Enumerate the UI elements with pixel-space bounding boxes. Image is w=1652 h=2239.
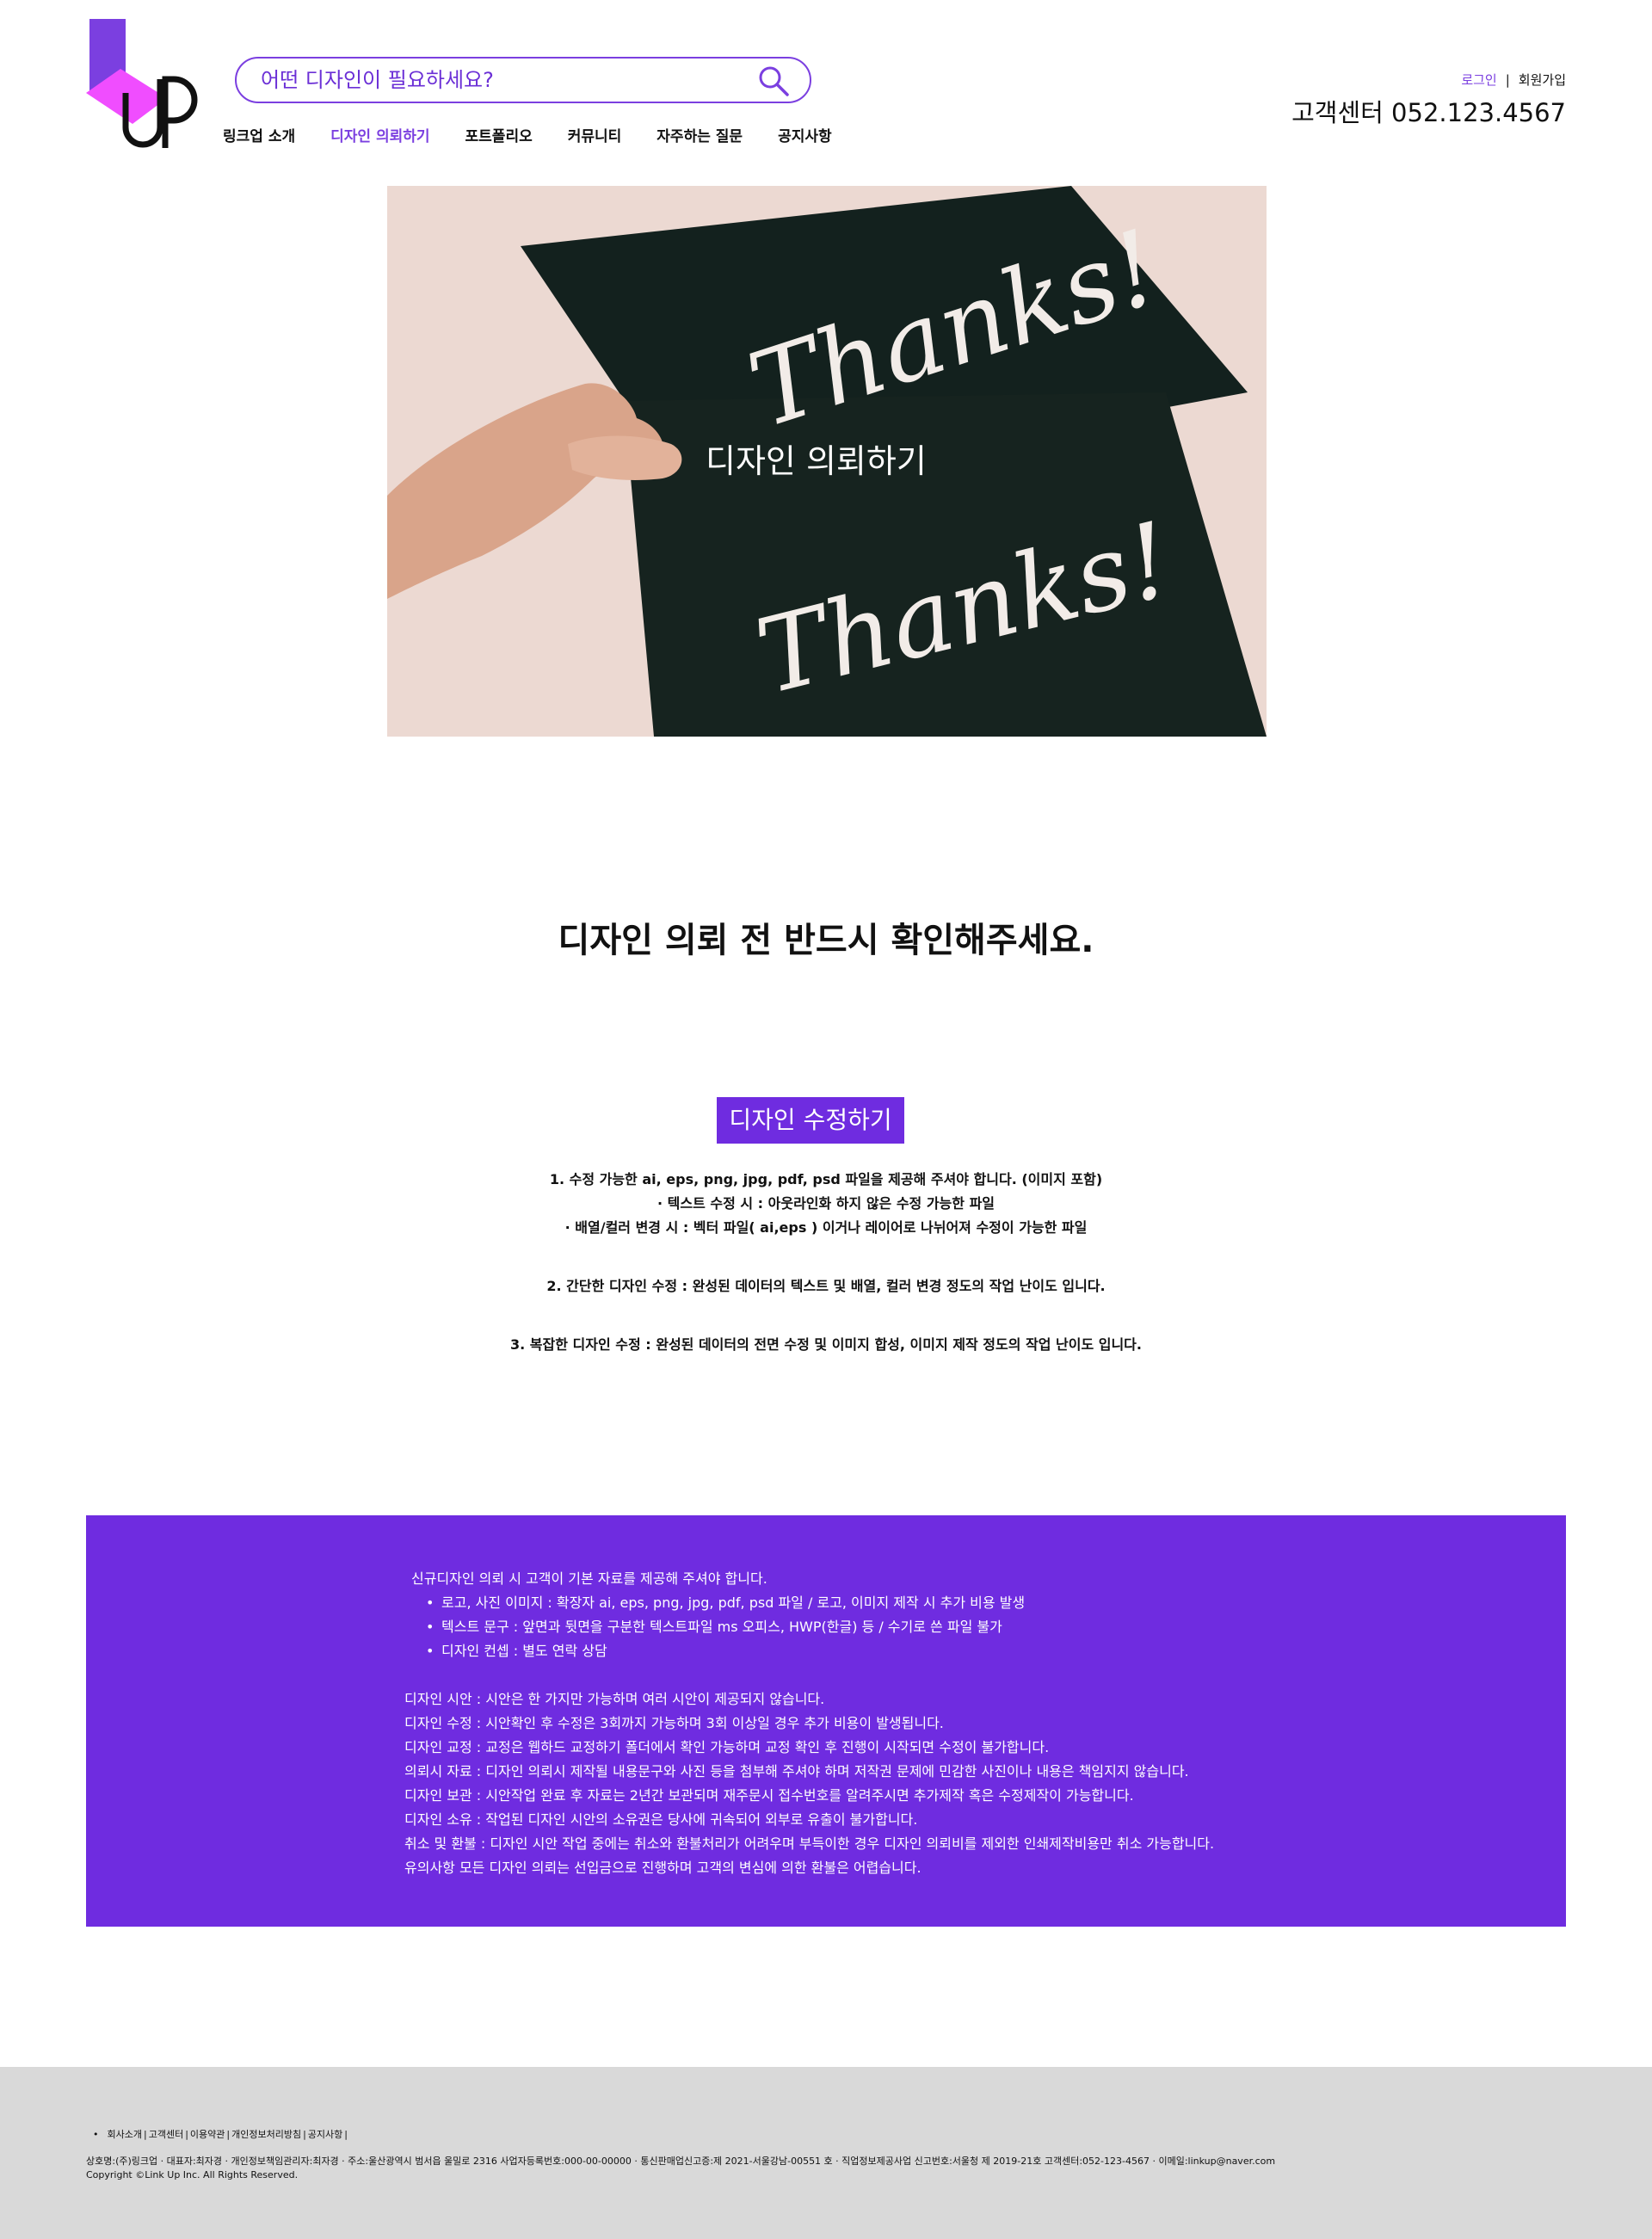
info-bullet-item: 디자인 컨셉 : 별도 연락 상담	[426, 1639, 1214, 1663]
info-line: 유의사항 모든 디자인 의뢰는 선입금으로 진행하며 고객의 변심에 의한 환불…	[404, 1860, 922, 1876]
design-revision-badge: 디자인 수정하기	[717, 1097, 904, 1144]
nav-design-request[interactable]: 디자인 의뢰하기	[330, 124, 429, 145]
info-bullets: 로고, 사진 이미지 : 확장자 ai, eps, png, jpg, pdf,…	[404, 1591, 1214, 1663]
search-bar	[235, 57, 811, 103]
info-line: 디자인 보관 : 시안작업 완료 후 자료는 2년간 보관되며 재주문시 접수번…	[404, 1787, 1134, 1804]
footer-separator: |	[344, 2128, 348, 2140]
nav-faq[interactable]: 자주하는 질문	[656, 124, 743, 145]
footer-copyright: Copyright ©Link Up Inc. All Rights Reser…	[86, 2169, 299, 2180]
info-line: 디자인 교정 : 교정은 웹하드 교정하기 폴더에서 확인 가능하며 교정 확인…	[404, 1739, 1050, 1755]
revision-list: 1. 수정 가능한 ai, eps, png, jpg, pdf, psd 파일…	[0, 1168, 1652, 1357]
footer-bullet: •	[93, 2128, 99, 2140]
info-line: 디자인 수정 : 시안확인 후 수정은 3회까지 가능하며 3회 이상일 경우 …	[404, 1715, 944, 1731]
info-content: 신규디자인 의뢰 시 고객이 기본 자료를 제공해 주셔야 합니다. 로고, 사…	[404, 1567, 1214, 1880]
thumb	[568, 435, 682, 480]
footer-separator: |	[185, 2128, 188, 2140]
hero-title: 디자인 의뢰하기	[706, 442, 927, 480]
search-button[interactable]	[756, 64, 791, 98]
footer-link-support[interactable]: 고객센터	[149, 2127, 183, 2141]
footer-separator: |	[226, 2128, 231, 2140]
search-icon	[759, 66, 789, 96]
info-line: 의뢰시 자료 : 디자인 의뢰시 제작될 내용문구와 사진 등을 첨부해 주셔야…	[404, 1763, 1189, 1779]
footer-separator: |	[303, 2128, 306, 2140]
revision-item-1-sub-1: · 텍스트 수정 시 : 아웃라인화 하지 않은 수정 가능한 파일	[656, 1195, 996, 1212]
footer-company-info: 상호명:(주)링크업 · 대표자:최자경 · 개인정보책임관리자:최자경 · 주…	[86, 2155, 1275, 2182]
footer-links: • 회사소개 | 고객센터 | 이용약관 | 개인정보처리방침 | 공지사항 |	[93, 2127, 349, 2141]
join-link[interactable]: 회원가입	[1519, 71, 1566, 89]
info-panel: 신규디자인 의뢰 시 고객이 기본 자료를 제공해 주셔야 합니다. 로고, 사…	[86, 1515, 1566, 1927]
search-input[interactable]	[261, 67, 743, 93]
notice-title: 디자인 의뢰 전 반드시 확인해주세요.	[558, 921, 1094, 960]
footer-link-notice[interactable]: 공지사항	[308, 2127, 342, 2141]
revision-item-1-sub-2: · 배열/컬러 변경 시 : 벡터 파일( ai,eps ) 이거나 레이어로 …	[564, 1219, 1088, 1236]
revision-item-3: 3. 복잡한 디자인 수정 : 완성된 데이터의 전면 수정 및 이미지 합성,…	[510, 1336, 1142, 1353]
footer-link-privacy[interactable]: 개인정보처리방침	[231, 2127, 301, 2141]
util-separator: |	[1505, 71, 1510, 88]
nav-about[interactable]: 링크업 소개	[223, 124, 295, 145]
revision-item-1: 1. 수정 가능한 ai, eps, png, jpg, pdf, psd 파일…	[549, 1171, 1103, 1187]
site-footer: • 회사소개 | 고객센터 | 이용약관 | 개인정보처리방침 | 공지사항 |…	[0, 2067, 1652, 2239]
revision-item-2: 2. 간단한 디자인 수정 : 완성된 데이터의 텍스트 및 배열, 컬러 변경…	[546, 1278, 1106, 1294]
nav-portfolio[interactable]: 포트폴리오	[465, 124, 533, 145]
info-bullet-item: 텍스트 문구 : 앞면과 뒷면을 구분한 텍스트파일 ms 오피스, HWP(한…	[426, 1615, 1214, 1639]
main-nav: 링크업 소개 디자인 의뢰하기 포트폴리오 커뮤니티 자주하는 질문 공지사항	[223, 124, 867, 145]
footer-info-line: 상호명:(주)링크업 · 대표자:최자경 · 개인정보책임관리자:최자경 · 주…	[86, 2156, 1276, 2167]
footer-link-company[interactable]: 회사소개	[108, 2127, 142, 2141]
info-line: 취소 및 환불 : 디자인 시안 작업 중에는 취소와 환불처리가 어려우며 부…	[404, 1835, 1215, 1852]
utility-links: 로그인 | 회원가입	[1461, 71, 1566, 89]
nav-community[interactable]: 커뮤니티	[568, 124, 622, 145]
info-line: 디자인 시안 : 시안은 한 가지만 가능하며 여러 시안이 제공되지 않습니다…	[404, 1691, 825, 1707]
customer-center-phone: 고객센터 052.123.4567	[1291, 98, 1566, 127]
info-line: 디자인 소유 : 작업된 디자인 시안의 소유권은 당사에 귀속되어 외부로 유…	[404, 1811, 918, 1828]
footer-separator: |	[143, 2128, 147, 2140]
info-bullet-item: 로고, 사진 이미지 : 확장자 ai, eps, png, jpg, pdf,…	[426, 1591, 1214, 1615]
nav-notice[interactable]: 공지사항	[778, 124, 832, 145]
linkup-logo[interactable]	[86, 19, 206, 148]
footer-link-terms[interactable]: 이용약관	[190, 2127, 225, 2141]
login-link[interactable]: 로그인	[1461, 71, 1496, 89]
info-heading: 신규디자인 의뢰 시 고객이 기본 자료를 제공해 주셔야 합니다.	[411, 1570, 767, 1587]
logo-letter-p	[162, 76, 198, 148]
